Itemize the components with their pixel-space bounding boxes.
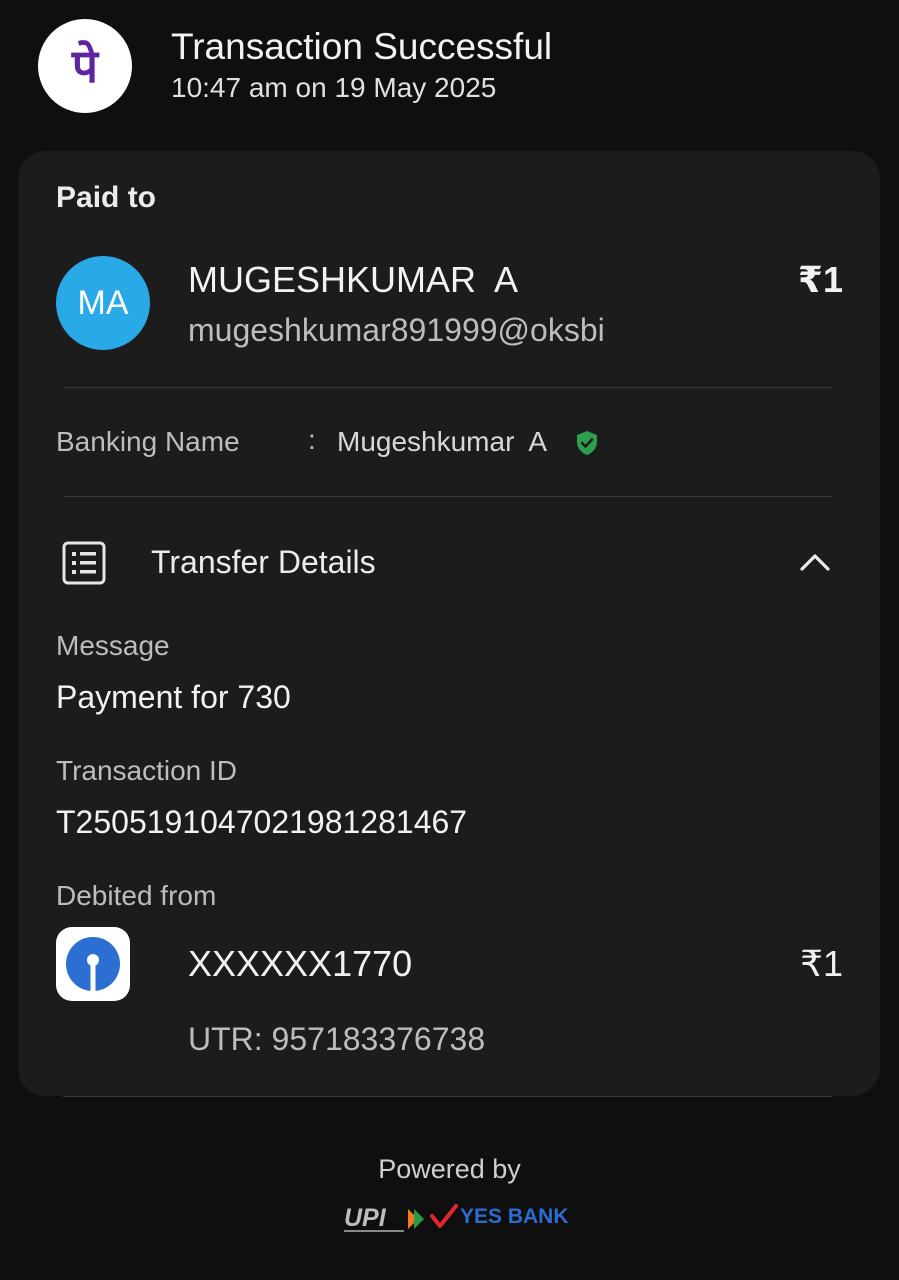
divider [63,387,832,388]
transaction-timestamp: 10:47 am on 19 May 2025 [171,72,497,103]
transaction-id-label: Transaction ID [56,755,238,786]
message-value: Payment for 730 [56,679,291,715]
transaction-id-value[interactable]: T2505191047021981281467 [56,804,467,841]
divider [63,1096,832,1097]
banking-name-separator: : [308,424,316,455]
verified-shield-icon [577,431,597,455]
receipt-list-icon [62,541,106,585]
powered-by-label: Powered by [378,1154,521,1184]
yes-bank-logo: YES BANK [430,1204,569,1230]
sbi-bank-logo [56,927,130,1001]
payee-name: MUGESHKUMAR A [188,259,519,300]
sbi-logo-icon [66,937,120,991]
payee-avatar-initials: MA [77,283,129,322]
transaction-status-title: Transaction Successful [171,26,553,67]
payee-avatar[interactable]: MA [56,256,150,350]
chevron-up-icon[interactable] [799,551,831,573]
paid-to-label: Paid to [56,181,157,214]
transfer-details-title[interactable]: Transfer Details [151,544,376,581]
debit-account-number: XXXXXX1770 [188,943,413,984]
message-label: Message [56,630,170,661]
divider [63,496,832,497]
debit-amount: ₹1 [800,943,843,984]
banking-name-value: Mugeshkumar A [337,426,548,457]
upi-logo-text: UPI [344,1204,387,1232]
payee-upi-id: mugeshkumar891999@oksbi [188,312,605,348]
yes-bank-text: YES BANK [460,1205,569,1228]
phonepe-logo: पे [38,19,132,113]
utr-number[interactable]: UTR: 957183376738 [188,1021,485,1058]
phonepe-logo-glyph: पे [71,39,99,93]
paid-amount: ₹1 [797,259,843,300]
upi-logo: UPI [344,1204,424,1232]
debited-from-label: Debited from [56,880,217,911]
yes-bank-check-icon [430,1204,458,1228]
banking-name-label: Banking Name [56,426,240,457]
